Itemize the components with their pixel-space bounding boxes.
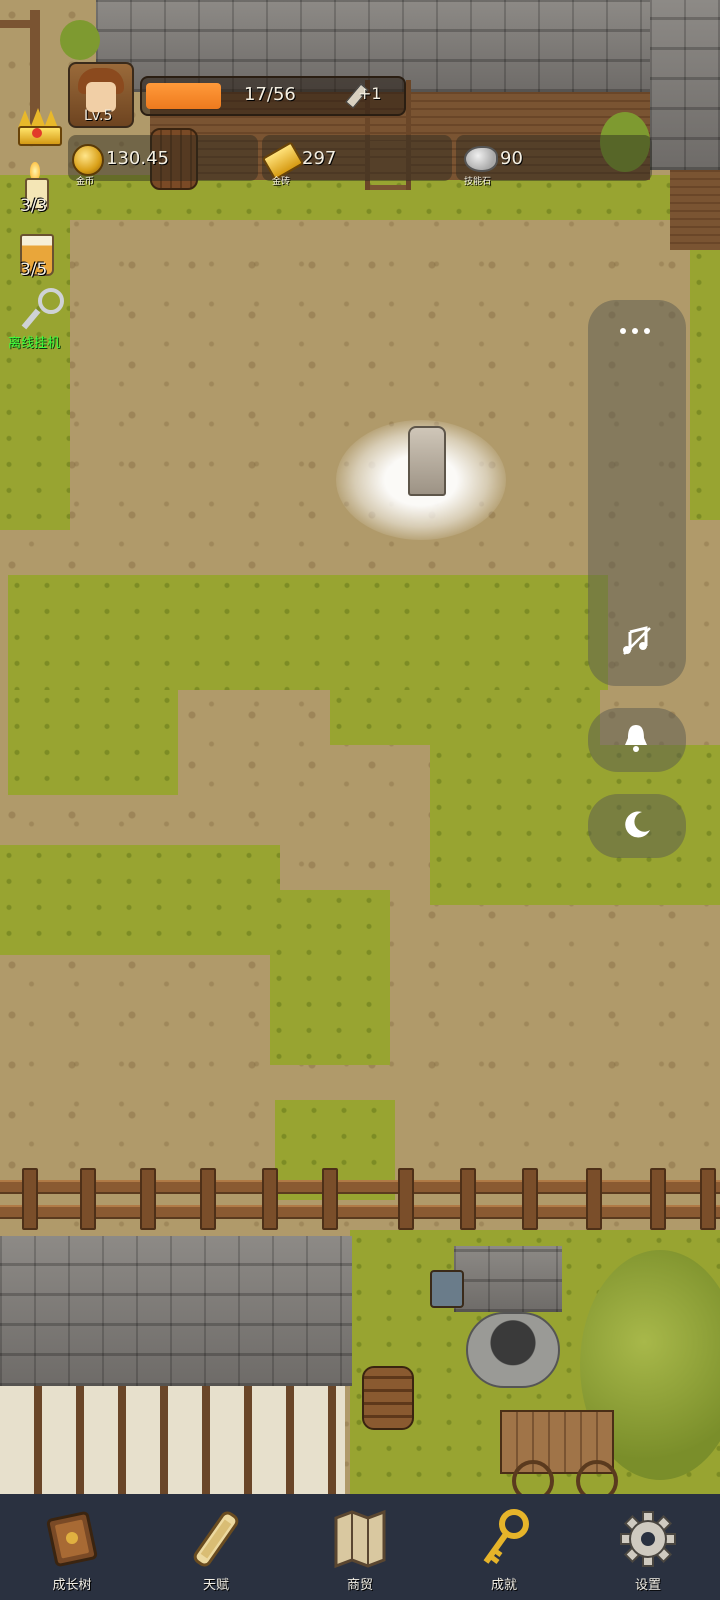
- grass-patch: [270, 890, 390, 1065]
- grass-patch: [0, 175, 720, 220]
- nav-talent[interactable]: 天赋: [156, 1500, 276, 1596]
- stone-icon: [464, 146, 498, 172]
- fence-post: [398, 1168, 414, 1230]
- beer-count: 3/5: [20, 260, 48, 280]
- skill-stone-caption: 技能石: [464, 177, 492, 187]
- fence-post: [586, 1168, 602, 1230]
- grass-patch: [8, 690, 178, 795]
- fence-post: [80, 1168, 96, 1230]
- gold-coin-caption: 金币: [76, 177, 95, 187]
- gold-bar-caption: 金砖: [272, 177, 291, 187]
- music-off-icon[interactable]: [620, 624, 654, 658]
- nav-achievement[interactable]: 成就: [444, 1500, 564, 1596]
- crown-icon[interactable]: [16, 108, 62, 146]
- fence-post: [700, 1168, 716, 1230]
- xp-bonus: +1: [358, 84, 382, 103]
- fence-post: [322, 1168, 338, 1230]
- gear-icon: [618, 1508, 678, 1570]
- grass-patch: [330, 690, 600, 745]
- fence-post: [522, 1168, 538, 1230]
- grass-patch: [0, 845, 280, 955]
- fence-post: [140, 1168, 156, 1230]
- scroll-icon: [186, 1508, 246, 1570]
- book-icon: [42, 1508, 102, 1570]
- top-right-roof: [650, 0, 720, 170]
- stone-tablet[interactable]: [408, 426, 446, 496]
- xp-text: 17/56: [244, 84, 296, 105]
- xp-bar-fill: [146, 83, 221, 109]
- bottom-roof: [0, 1236, 352, 1386]
- fence-rail: [0, 1180, 720, 1194]
- gold-coin-value: 130.45: [106, 148, 169, 169]
- gold-bar-value: 297: [302, 148, 337, 169]
- nav-growth-tree[interactable]: 成长树: [12, 1500, 132, 1596]
- grass-patch: [8, 575, 608, 690]
- nav-trade[interactable]: 商贸: [300, 1500, 420, 1596]
- bush: [60, 20, 100, 60]
- bell-icon: [620, 722, 652, 754]
- skill-stone-value: 90: [500, 148, 523, 169]
- fence-post: [460, 1168, 476, 1230]
- well-base: [466, 1312, 560, 1388]
- afk-key-icon[interactable]: [21, 288, 64, 330]
- map-icon: [330, 1508, 390, 1570]
- wooden-frame: [0, 20, 40, 28]
- nav-label: 成长树: [52, 1578, 92, 1593]
- fence-post: [200, 1168, 216, 1230]
- more-icon[interactable]: [620, 328, 656, 336]
- nav-settings[interactable]: 设置: [588, 1500, 708, 1596]
- nav-label: 商贸: [346, 1578, 373, 1593]
- bucket: [430, 1270, 464, 1308]
- moon-icon: [622, 810, 652, 840]
- player-level: Lv.5: [84, 108, 113, 124]
- bottom-house-wall: [0, 1386, 345, 1494]
- fence-rail: [0, 1205, 720, 1219]
- fence-post: [22, 1168, 38, 1230]
- well-roof: [454, 1246, 562, 1312]
- key-icon: [474, 1508, 534, 1570]
- grass-patch: [690, 220, 720, 520]
- afk-label[interactable]: 离线挂机: [8, 332, 60, 351]
- nav-label: 设置: [634, 1578, 661, 1593]
- right-building-wall: [670, 170, 720, 250]
- barrel: [362, 1366, 414, 1430]
- fence-post: [262, 1168, 278, 1230]
- game-scene[interactable]: Lv.5 17/56 +1 130.45 金币 297 金砖 90 技能石 3/…: [0, 0, 720, 1600]
- fence-post: [650, 1168, 666, 1230]
- nav-label: 天赋: [202, 1578, 229, 1593]
- candle-count: 3/3: [20, 196, 48, 216]
- nav-label: 成就: [490, 1578, 517, 1593]
- coin-icon: [72, 144, 104, 176]
